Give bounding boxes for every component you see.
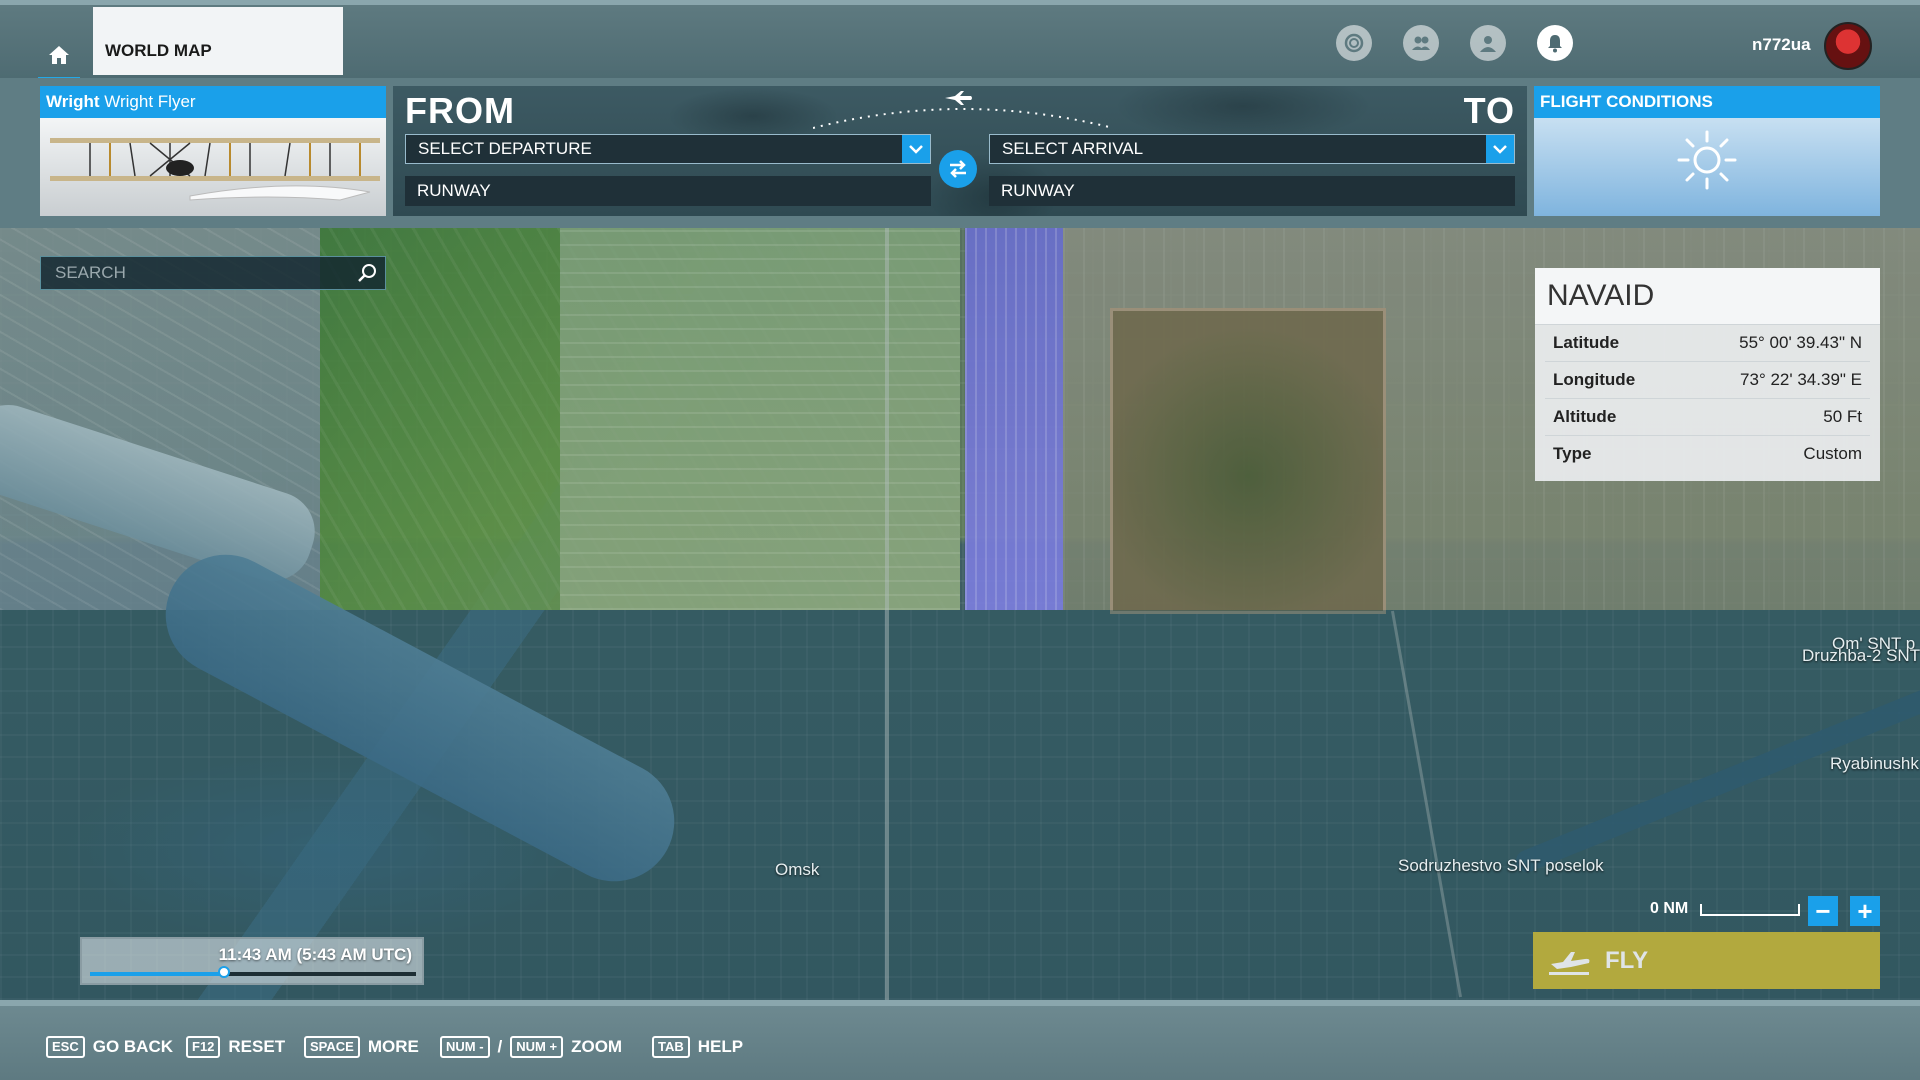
aircraft-image xyxy=(40,118,386,216)
f12-key: F12 xyxy=(186,1036,221,1058)
more-shortcut[interactable]: SPACE MORE xyxy=(304,1036,419,1058)
search-icon[interactable] xyxy=(357,263,377,283)
tab-world-map[interactable]: WORLD MAP xyxy=(93,7,343,75)
aircraft-selector[interactable]: Wright Wright Flyer xyxy=(40,86,386,216)
help-shortcut[interactable]: TAB HELP xyxy=(652,1036,743,1058)
map-tile xyxy=(965,228,1063,610)
num-plus-key: NUM + xyxy=(510,1036,564,1058)
notifications-button[interactable] xyxy=(1537,25,1573,61)
map-tile xyxy=(560,228,960,610)
navaid-key: Latitude xyxy=(1553,333,1620,352)
arrival-runway-label: RUNWAY xyxy=(1001,181,1075,200)
go-back-shortcut[interactable]: ESC GO BACK xyxy=(46,1036,173,1058)
aircraft-header: Wright Wright Flyer xyxy=(40,86,386,118)
swap-route-button[interactable] xyxy=(939,150,977,188)
departure-runway-label: RUNWAY xyxy=(417,181,491,200)
bottom-bar: ESC GO BACK F12 RESET SPACE MORE NUM - /… xyxy=(0,1000,1920,1080)
friends-icon xyxy=(1412,36,1430,50)
arrival-dropdown[interactable]: SELECT ARRIVAL xyxy=(989,134,1515,164)
esc-key: ESC xyxy=(46,1036,85,1058)
navaid-row-type: Type Custom xyxy=(1545,436,1870,472)
map-tile xyxy=(1110,308,1386,614)
zoom-in-button[interactable]: + xyxy=(1850,896,1880,926)
to-label: TO xyxy=(1463,90,1515,131)
search-input[interactable] xyxy=(41,257,341,289)
space-key: SPACE xyxy=(304,1036,360,1058)
time-slider-handle[interactable] xyxy=(217,966,230,978)
zoom-shortcut[interactable]: NUM - / NUM + ZOOM xyxy=(440,1036,622,1058)
departure-dropdown-label: SELECT DEPARTURE xyxy=(418,139,592,158)
route-panel: FROM TO SELECT DEPARTURE RUNWAY SELECT A… xyxy=(393,86,1527,216)
navaid-key: Type xyxy=(1553,444,1592,463)
friends-button[interactable] xyxy=(1403,25,1439,61)
home-icon xyxy=(49,46,69,64)
map-scale-label: 0 NM xyxy=(1650,900,1689,917)
tab-world-map-label: WORLD MAP xyxy=(105,41,212,60)
navaid-row-longitude: Longitude 73° 22' 34.39" E xyxy=(1545,362,1870,399)
fly-button-label: FLY xyxy=(1605,946,1649,974)
swap-icon xyxy=(950,160,966,178)
chevron-down-icon xyxy=(902,135,930,163)
navaid-key: Altitude xyxy=(1553,407,1617,426)
chevron-down-icon xyxy=(1486,135,1514,163)
reset-shortcut[interactable]: F12 RESET xyxy=(186,1036,285,1058)
map-label-ryabinushka: Ryabinushk xyxy=(1830,754,1919,773)
time-of-day-control: 11:43 AM (5:43 AM UTC) xyxy=(80,937,424,985)
username[interactable]: n772ua xyxy=(1752,35,1811,55)
activity-icon xyxy=(1344,33,1364,53)
navaid-value: 50 Ft xyxy=(1823,407,1862,426)
profile-icon xyxy=(1480,36,1496,52)
from-label: FROM xyxy=(405,90,515,131)
map-label-druzhba: Druzhba-2 SNT xyxy=(1802,646,1920,665)
navaid-value: 55° 00' 39.43" N xyxy=(1739,333,1862,352)
zoom-out-button[interactable]: − xyxy=(1808,896,1838,926)
help-label: HELP xyxy=(697,1037,744,1056)
avatar[interactable] xyxy=(1824,22,1872,70)
flight-conditions-title: FLIGHT CONDITIONS xyxy=(1534,86,1880,118)
departure-dropdown[interactable]: SELECT DEPARTURE xyxy=(405,134,931,164)
more-label: MORE xyxy=(367,1037,419,1056)
sun-icon xyxy=(1677,130,1737,190)
home-button[interactable] xyxy=(38,33,80,81)
time-slider-fill xyxy=(90,972,224,976)
arrival-runway-field[interactable]: RUNWAY xyxy=(989,176,1515,206)
map-scale: 0 NM xyxy=(1650,898,1820,922)
zoom-label: ZOOM xyxy=(571,1037,623,1056)
navaid-row-latitude: Latitude 55° 00' 39.43" N xyxy=(1545,325,1870,362)
arrival-dropdown-label: SELECT ARRIVAL xyxy=(1002,139,1144,158)
zoom-separator: / xyxy=(497,1037,503,1056)
time-label: 11:43 AM (5:43 AM UTC) xyxy=(218,945,412,964)
tab-key: TAB xyxy=(652,1036,690,1058)
go-back-label: GO BACK xyxy=(92,1037,174,1056)
navaid-panel: NAVAID Latitude 55° 00' 39.43" N Longitu… xyxy=(1535,268,1880,481)
flight-conditions-panel[interactable]: FLIGHT CONDITIONS xyxy=(1534,86,1880,216)
num-minus-key: NUM - xyxy=(440,1036,490,1058)
top-bar: WORLD MAP n772ua xyxy=(0,0,1920,81)
navaid-row-altitude: Altitude 50 Ft xyxy=(1545,399,1870,436)
navaid-title: NAVAID xyxy=(1535,268,1880,325)
reset-label: RESET xyxy=(228,1037,286,1056)
profile-button[interactable] xyxy=(1470,25,1506,61)
navaid-value: 73° 22' 34.39" E xyxy=(1740,370,1862,389)
departure-runway-field[interactable]: RUNWAY xyxy=(405,176,931,206)
map-search xyxy=(40,256,386,290)
route-plane-icon xyxy=(945,91,972,105)
navaid-value: Custom xyxy=(1803,444,1862,463)
map-label-sodruzhestvo: Sodruzhestvo SNT poselok xyxy=(1398,856,1604,875)
map-road xyxy=(885,228,889,1000)
map-label-omsk: Omsk xyxy=(775,860,820,879)
fly-button[interactable]: FLY xyxy=(1533,932,1880,989)
aircraft-brand: Wright xyxy=(46,92,100,111)
notifications-icon xyxy=(1548,35,1562,53)
activity-button[interactable] xyxy=(1336,25,1372,61)
takeoff-icon xyxy=(1549,951,1590,975)
navaid-key: Longitude xyxy=(1553,370,1636,389)
aircraft-model: Wright Flyer xyxy=(104,92,196,111)
time-slider-track[interactable] xyxy=(90,966,416,978)
map-scale-bar xyxy=(1700,904,1800,916)
